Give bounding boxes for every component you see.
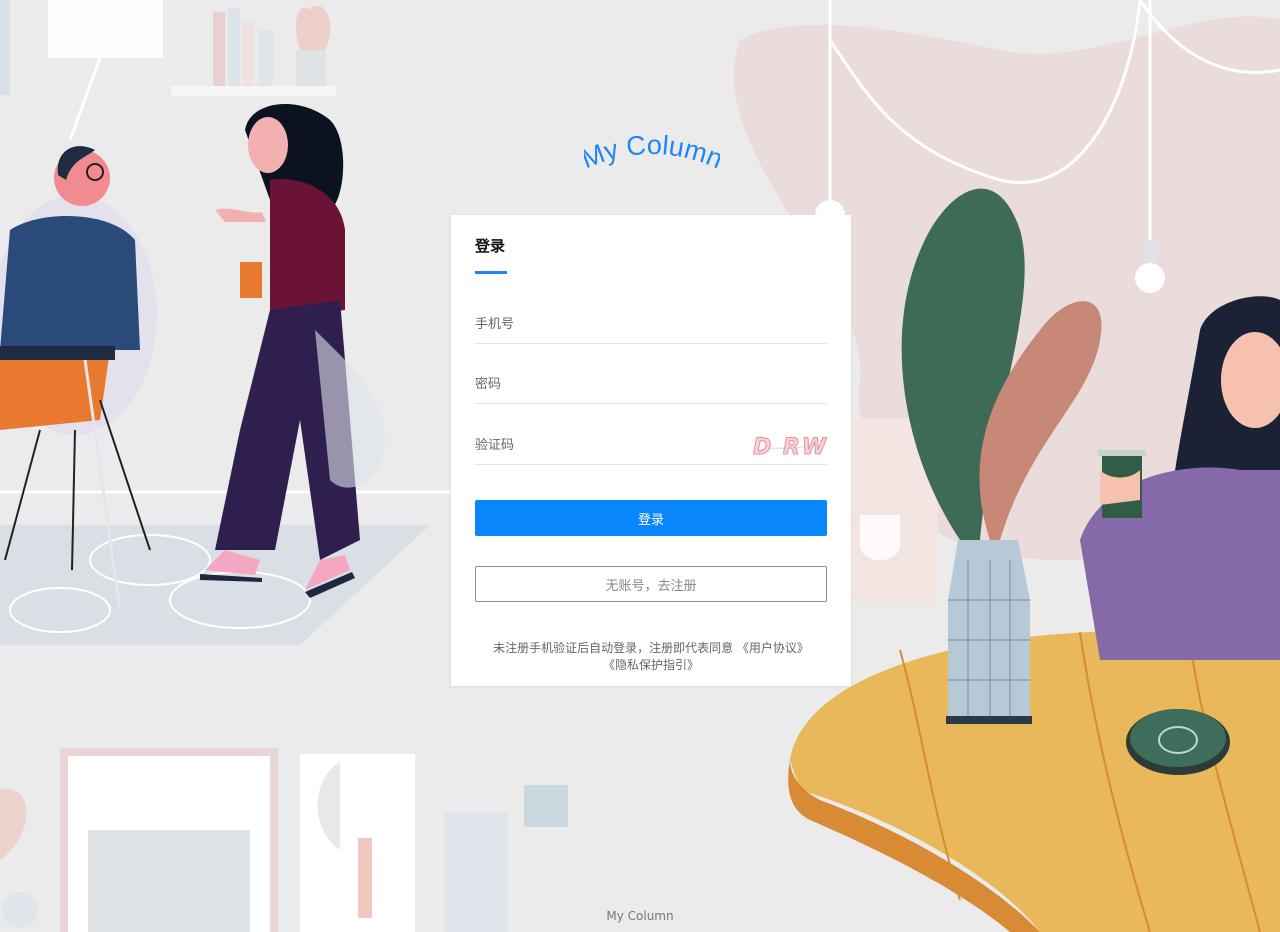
user-agreement-link[interactable]: 《用户协议》 xyxy=(737,641,809,655)
app-logo: My Column xyxy=(577,126,727,176)
tab-login[interactable]: 登录 xyxy=(475,235,505,256)
agreement-text: 未注册手机验证后自动登录，注册即代表同意 xyxy=(493,641,734,655)
tab-active-indicator xyxy=(475,271,507,274)
phone-input[interactable] xyxy=(475,307,735,341)
svg-text:My Column: My Column xyxy=(584,130,720,174)
login-button[interactable]: 登录 xyxy=(475,500,827,536)
footer-text: My Column xyxy=(606,909,674,923)
login-card: 登录 D RW 登录 无账号，去注册 未注册手机验证后自动登录，注册即代表同意 … xyxy=(451,215,851,686)
phone-field-row xyxy=(475,307,827,344)
agreement-notice: 未注册手机验证后自动登录，注册即代表同意 《用户协议》 《隐私保护指引》 xyxy=(475,640,827,674)
register-button[interactable]: 无账号，去注册 xyxy=(475,566,827,602)
privacy-policy-link[interactable]: 《隐私保护指引》 xyxy=(603,658,699,672)
captcha-text: D RW xyxy=(753,435,827,460)
password-input[interactable] xyxy=(475,367,735,401)
password-field-row xyxy=(475,367,827,404)
captcha-input[interactable] xyxy=(475,428,735,462)
logo-text: My Column xyxy=(577,130,727,174)
captcha-image[interactable]: D RW xyxy=(751,430,827,460)
captcha-field-row: D RW xyxy=(475,428,827,465)
